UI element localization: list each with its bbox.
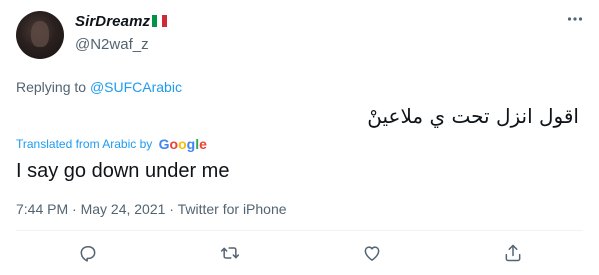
author-display-name[interactable]: SirDreamz [75, 13, 169, 30]
display-name-text: SirDreamz [75, 13, 151, 30]
flag-stripe-red [162, 15, 168, 27]
tweet-card: SirDreamz @N2waf_z Replying to @SUFCArab… [0, 0, 599, 275]
reply-icon [80, 246, 96, 262]
divider [16, 230, 583, 231]
replying-to-prefix: Replying to [16, 79, 87, 95]
reply-button[interactable] [78, 243, 98, 263]
like-icon [364, 246, 380, 261]
translated-from-text: Translated from Arabic by [16, 137, 153, 151]
retweet-icon [220, 247, 240, 259]
italy-flag-icon [152, 14, 169, 27]
tweet-original-text: اقول انزل تحت ي ملاعينْ [367, 104, 579, 128]
author-handle[interactable]: @N2waf_z [75, 36, 149, 53]
google-letter: g [186, 136, 196, 152]
google-logo[interactable]: Google [159, 136, 207, 152]
share-button[interactable] [503, 243, 523, 263]
google-letter: e [199, 136, 207, 152]
google-letter: G [158, 136, 170, 152]
google-letter: o [169, 136, 179, 152]
tweet-translation-text: I say go down under me [16, 160, 230, 182]
like-button[interactable] [362, 243, 382, 263]
avatar[interactable] [16, 11, 64, 59]
replying-to-mention[interactable]: @SUFCArabic [90, 79, 182, 95]
share-icon [505, 244, 521, 262]
more-icon[interactable] [567, 11, 583, 27]
tweet-timestamp-meta[interactable]: 7:44 PM · May 24, 2021 · Twitter for iPh… [16, 201, 287, 217]
retweet-button[interactable] [220, 243, 240, 263]
translated-from-label: Translated from Arabic by Google [16, 136, 207, 152]
replying-to: Replying to @SUFCArabic [16, 79, 182, 95]
google-letter: o [178, 136, 187, 152]
